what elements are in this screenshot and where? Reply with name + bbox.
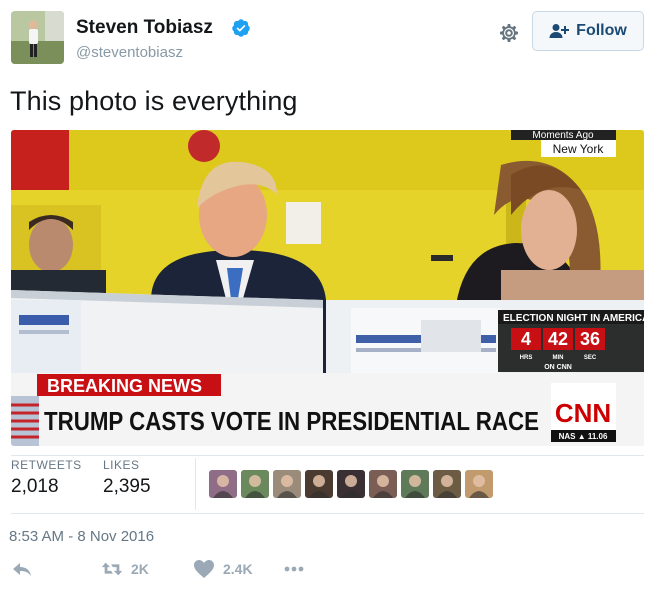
breaking-news-label: BREAKING NEWS	[47, 376, 202, 396]
stats-separator	[195, 458, 196, 510]
corner-location: New York	[553, 142, 605, 156]
display-name[interactable]: Steven Tobiasz	[76, 17, 213, 39]
stock-ticker: NAS ▲ 11.06	[559, 432, 608, 441]
reply-icon	[13, 563, 31, 576]
countdown-minutes: 42	[548, 329, 568, 349]
tv-screenshot-image: ELECTION NIGHT IN AMERICA 4 42 36 HRS MI…	[11, 130, 644, 446]
countdown-footer: ON CNN	[544, 364, 572, 371]
tweet-stats: RETWEETS 2,018 LIKES 2,395	[11, 458, 644, 510]
gear-icon[interactable]	[497, 21, 521, 45]
reply-button[interactable]	[11, 559, 33, 579]
tweet-photo[interactable]: ELECTION NIGHT IN AMERICA 4 42 36 HRS MI…	[11, 130, 644, 446]
retweet-icon	[101, 562, 123, 576]
add-user-icon	[549, 24, 570, 38]
like-count: 2.4K	[223, 561, 253, 577]
liker-avatar[interactable]	[465, 470, 493, 498]
likes-count: 2,395	[103, 476, 151, 497]
divider	[11, 513, 644, 514]
follow-button[interactable]: Follow	[532, 11, 644, 51]
follow-button-label: Follow	[576, 22, 627, 39]
retweet-button[interactable]: 2K	[101, 559, 149, 579]
liker-avatar[interactable]	[401, 470, 429, 498]
like-button[interactable]: 2.4K	[193, 559, 253, 579]
tweet-timestamp[interactable]: 8:53 AM - 8 Nov 2016	[9, 528, 154, 545]
liker-avatar[interactable]	[369, 470, 397, 498]
countdown-seconds: 36	[580, 329, 600, 349]
divider	[11, 455, 644, 456]
avatar[interactable]	[11, 11, 64, 64]
countdown-title: ELECTION NIGHT IN AMERICA	[503, 313, 644, 324]
liker-avatar[interactable]	[305, 470, 333, 498]
retweets-stat[interactable]: RETWEETS 2,018	[11, 458, 82, 498]
liker-avatar[interactable]	[209, 470, 237, 498]
user-handle[interactable]: @steventobiasz	[76, 44, 183, 61]
more-button[interactable]	[283, 559, 305, 579]
tweet-header: Steven Tobiasz @steventobiasz Follow	[11, 11, 647, 67]
liker-avatar[interactable]	[241, 470, 269, 498]
countdown-minutes-label: MIN	[553, 355, 564, 361]
retweets-count: 2,018	[11, 476, 59, 497]
retweet-count: 2K	[131, 561, 149, 577]
retweets-label: RETWEETS	[11, 458, 82, 472]
more-dots-icon	[284, 566, 304, 572]
countdown-hours: 4	[521, 329, 531, 349]
tweet-text: This photo is everything	[10, 86, 298, 116]
likes-stat[interactable]: LIKES 2,395	[103, 458, 151, 498]
cnn-logo: CNN	[555, 398, 611, 428]
liker-avatar[interactable]	[337, 470, 365, 498]
corner-moments-ago: Moments Ago	[532, 130, 594, 141]
likers-avatars	[209, 470, 493, 498]
countdown-hours-label: HRS	[520, 355, 533, 361]
countdown-seconds-label: SEC	[584, 355, 597, 361]
heart-icon	[194, 560, 214, 578]
tweet-actions: 2K 2.4K	[11, 559, 644, 587]
verified-badge-icon	[232, 19, 250, 37]
likes-label: LIKES	[103, 458, 140, 472]
chyron-headline: TRUMP CASTS VOTE IN PRESIDENTIAL RACE	[44, 406, 539, 436]
liker-avatar[interactable]	[433, 470, 461, 498]
liker-avatar[interactable]	[273, 470, 301, 498]
